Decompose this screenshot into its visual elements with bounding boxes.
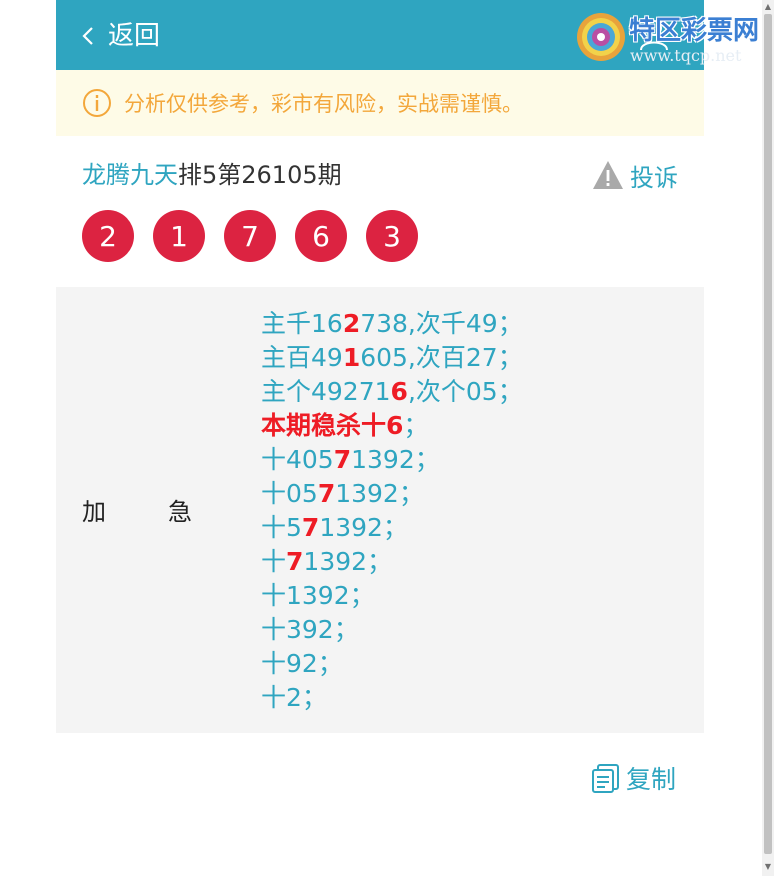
scroll-up-arrow-icon[interactable]: ▲ [763,2,773,12]
result-ball: 1 [153,210,205,262]
logo-mark-icon [577,13,625,61]
back-button[interactable]: 返回 [80,14,160,58]
forecast-line: 十571392； [261,513,408,542]
copy-icon [592,764,619,793]
forecast-line: 主个492716,次个05； [261,377,523,406]
kill-line: 本期稳杀十6； [261,411,429,440]
forecast-line: 十0571392； [261,479,424,508]
scroll-down-arrow-icon[interactable]: ▼ [763,862,773,872]
forecast-line: 十71392； [261,547,393,576]
highlight-digit: 1 [342,343,361,372]
notice-text: 分析仅供参考，彩市有风险，实战需谨慎。 [124,92,523,116]
highlight-digit: 6 [390,377,408,406]
result-balls: 2 1 7 6 3 [82,210,418,262]
chevron-left-icon [82,27,93,45]
result-ball: 6 [295,210,347,262]
forecast-line: 主千162738,次千49； [261,309,523,338]
highlight-digit: 7 [286,547,304,576]
forecast-line: 十392； [261,615,359,644]
risk-notice: 分析仅供参考，彩市有风险，实战需谨慎。 [56,70,704,136]
site-logo: 特区彩票网 www.tqcp.net [574,10,774,68]
forecast-line: 十1392； [261,581,375,610]
result-ball: 7 [224,210,276,262]
forecast-line: 十40571392； [261,445,440,474]
logo-title: 特区彩票网 [629,16,760,46]
highlight-digit: 7 [301,513,320,542]
back-label: 返回 [108,21,161,51]
complain-label: 投诉 [630,163,678,192]
category-label: 加 急 [82,492,192,527]
scroll-thumb[interactable] [764,14,772,854]
forecast-line: 十2； [261,683,327,712]
forecast-line: 主百491605,次百27； [261,343,523,372]
app-container: 返回 分析仅供参考，彩市有风险，实战需谨慎。 龙腾九天排5第26105期 投诉 … [56,0,704,876]
forecast-lines: 主千162738,次千49； 主百491605,次百27； 主个492716,次… [261,307,523,715]
category-char: 急 [168,498,192,526]
highlight-digit: 2 [342,309,361,338]
issue-title: 排5第26105期 [178,161,342,189]
complain-button[interactable]: 投诉 [592,156,678,194]
info-icon [83,89,111,117]
left-gutter [0,0,56,876]
copy-button[interactable]: 复制 [590,758,676,798]
forecast-title: 龙腾九天排5第26105期 投诉 [82,156,678,194]
category-char: 加 [82,498,106,526]
result-ball: 3 [366,210,418,262]
warning-icon [593,161,623,189]
highlight-digit: 7 [333,445,352,474]
logo-url: www.tqcp.net [630,46,742,65]
highlight-digit: 7 [317,479,336,508]
copy-label: 复制 [626,765,677,794]
result-ball: 2 [82,210,134,262]
forecast-panel: 加 急 主千162738,次千49； 主百491605,次百27； 主个4927… [56,287,704,733]
vertical-scrollbar[interactable]: ▲ ▼ [762,0,774,876]
forecast-line: 十92； [261,649,343,678]
author-name[interactable]: 龙腾九天 [82,161,178,189]
